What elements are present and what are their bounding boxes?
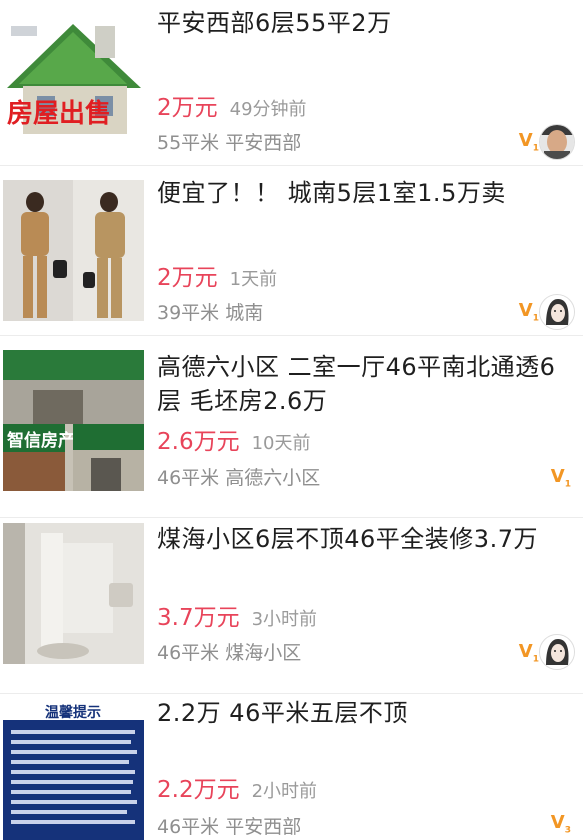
listing-time: 1天前 xyxy=(229,269,278,290)
listing-thumbnail[interactable]: 温馨提示 xyxy=(3,702,144,840)
listing-item[interactable]: 智信房产 高德六小区 二室一厅46平南北通透6层 毛坯房2.6万 2.6万元 10… xyxy=(0,336,583,518)
listing-meta: 39平米 城南 xyxy=(157,302,264,324)
image-caption: 智信房产 xyxy=(7,430,75,451)
listing-price: 2.6万元 xyxy=(157,429,240,455)
listing-price-row: 2万元 49分钟前 xyxy=(157,88,307,122)
listing-title[interactable]: 高德六小区 二室一厅46平南北通透6层 毛坯房2.6万 xyxy=(157,350,563,418)
listing-title[interactable]: 便宜了！！ 城南5层1室1.5万卖 xyxy=(157,176,563,210)
listing-thumbnail[interactable]: 智信房产 xyxy=(3,350,144,491)
listing-meta: 46平米 高德六小区 xyxy=(157,467,321,489)
listing-time: 49分钟前 xyxy=(229,99,307,120)
listing-item[interactable]: 煤海小区6层不顶46平全装修3.7万 3.7万元 3小时前 46平米 煤海小区 V… xyxy=(0,518,583,694)
image-caption: 温馨提示 xyxy=(45,704,101,721)
listing-time: 10天前 xyxy=(251,433,311,454)
avatar[interactable] xyxy=(539,634,575,670)
listing-list: 房屋出售 平安西部6层55平2万 2万元 49分钟前 55平米 平安西部 V1 xyxy=(0,0,583,840)
listing-price: 3.7万元 xyxy=(157,605,240,631)
listing-time: 2小时前 xyxy=(251,781,318,802)
listing-price-row: 2.6万元 10天前 xyxy=(157,422,310,456)
verified-badge-icon: V1 xyxy=(518,130,539,154)
listing-thumbnail[interactable]: 房屋出售 xyxy=(3,10,144,153)
listing-meta: 46平米 煤海小区 xyxy=(157,642,302,664)
listing-title[interactable]: 煤海小区6层不顶46平全装修3.7万 xyxy=(157,522,563,556)
verified-badge-icon: V1 xyxy=(518,641,539,665)
listing-meta: 46平米 平安西部 xyxy=(157,816,302,838)
listing-price: 2万元 xyxy=(157,95,218,121)
listing-price-row: 2.2万元 2小时前 xyxy=(157,770,317,804)
listing-price-row: 3.7万元 3小时前 xyxy=(157,598,317,632)
listing-time: 3小时前 xyxy=(251,609,318,630)
verified-badge-icon: V1 xyxy=(518,300,539,324)
verified-badge-icon: V3 xyxy=(550,812,571,836)
image-caption: 房屋出售 xyxy=(7,98,111,129)
listing-item[interactable]: 房屋出售 平安西部6层55平2万 2万元 49分钟前 55平米 平安西部 V1 xyxy=(0,0,583,166)
listing-price: 2.2万元 xyxy=(157,777,240,803)
listing-item[interactable]: 便宜了！！ 城南5层1室1.5万卖 2万元 1天前 39平米 城南 V1 xyxy=(0,166,583,336)
listing-title[interactable]: 平安西部6层55平2万 xyxy=(157,6,563,40)
listing-meta: 55平米 平安西部 xyxy=(157,132,302,154)
listing-thumbnail[interactable] xyxy=(3,180,144,321)
listing-price: 2万元 xyxy=(157,265,218,291)
verified-badge-icon: V1 xyxy=(550,466,571,490)
listing-item[interactable]: 温馨提示 2.2万 46平米五层不顶 2.2万元 2小时前 46平米 平安西部 V… xyxy=(0,694,583,840)
listing-price-row: 2万元 1天前 xyxy=(157,258,277,292)
listing-thumbnail[interactable] xyxy=(3,523,144,664)
avatar[interactable] xyxy=(539,294,575,330)
avatar[interactable] xyxy=(539,124,575,160)
listing-title[interactable]: 2.2万 46平米五层不顶 xyxy=(157,696,563,730)
